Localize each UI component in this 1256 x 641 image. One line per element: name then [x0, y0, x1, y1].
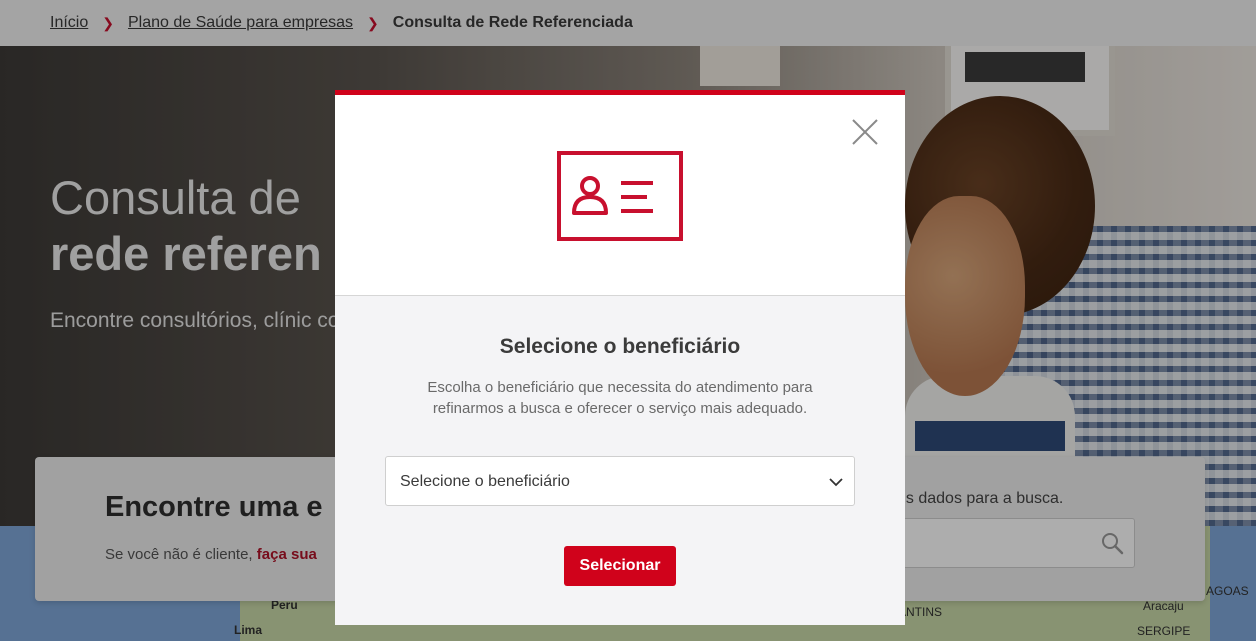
close-icon[interactable] [850, 117, 880, 147]
beneficiary-select-value: Selecione o beneficiário [400, 473, 570, 490]
beneficiary-select[interactable]: Selecione o beneficiário [385, 456, 855, 506]
id-card-icon [557, 151, 683, 241]
modal-header [335, 95, 905, 296]
modal-title: Selecione o beneficiário [499, 335, 741, 358]
modal-description: Escolha o beneficiário que necessita do … [427, 379, 813, 417]
beneficiary-modal: Selecione o beneficiário Escolha o benef… [335, 90, 905, 625]
select-button[interactable]: Selecionar [564, 546, 676, 586]
chevron-down-icon [829, 478, 843, 487]
